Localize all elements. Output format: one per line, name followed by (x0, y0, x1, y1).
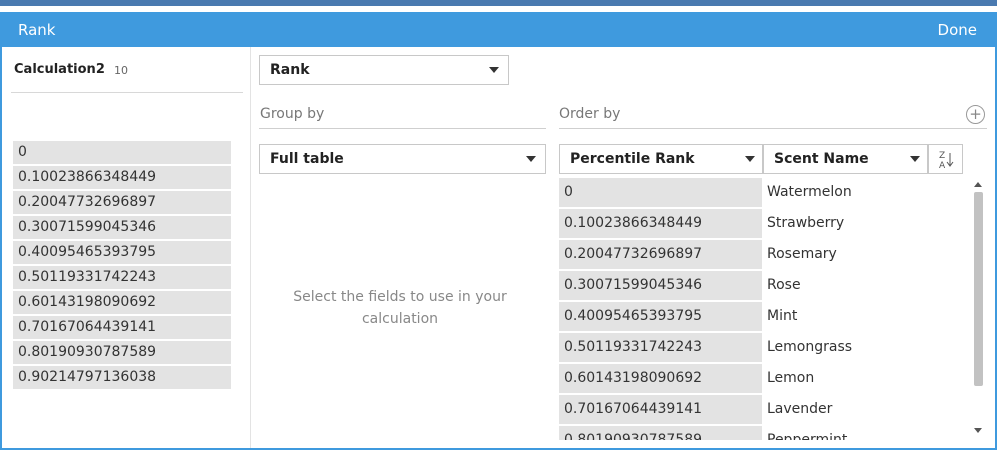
top-strip (0, 0, 997, 6)
percentile-cell: 0.30071599045346 (559, 271, 762, 300)
column-header-label: Scent Name (774, 151, 869, 167)
group-by-hint: Select the fields to use in your calcula… (293, 289, 507, 327)
order-by-divider (559, 128, 987, 129)
percentile-cell: 0.40095465393795 (559, 302, 762, 331)
percentile-cell: 0.80190930787589 (559, 426, 762, 440)
table-row[interactable]: 0.50119331742243 Lemongrass (559, 333, 969, 364)
scent-cell: Lavender (767, 401, 833, 417)
list-item: 0.50119331742243 (13, 266, 231, 289)
scent-cell: Watermelon (767, 184, 852, 200)
percentile-cell: 0.70167064439141 (559, 395, 762, 424)
order-by-label: Order by (559, 106, 621, 122)
list-item: 0.80190930787589 (13, 341, 231, 364)
list-item: 0.20047732696897 (13, 191, 231, 214)
group-by-dropdown[interactable]: Full table (259, 144, 546, 174)
list-item: 0.40095465393795 (13, 241, 231, 264)
order-by-table: 0 Watermelon 0.10023866348449 Strawberry… (559, 178, 969, 440)
percentile-cell: 0 (559, 178, 762, 207)
done-button[interactable]: Done (938, 21, 977, 39)
list-item: 0 (13, 141, 231, 164)
field-name: Calculation2 (14, 62, 105, 77)
scent-cell: Mint (767, 308, 798, 324)
table-row[interactable]: 0.80190930787589 Peppermint (559, 426, 969, 440)
calculation-type-value: Rank (270, 62, 310, 78)
table-row[interactable]: 0.20047732696897 Rosemary (559, 240, 969, 271)
svg-text:A: A (939, 161, 946, 171)
percentile-cell: 0.20047732696897 (559, 240, 762, 269)
table-row[interactable]: 0.10023866348449 Strawberry (559, 209, 969, 240)
percentile-cell: 0.50119331742243 (559, 333, 762, 362)
title-bar: Rank Done (0, 12, 997, 47)
field-preview-pane: Calculation2 10 0 0.10023866348449 0.200… (2, 47, 251, 448)
column-header-label: Percentile Rank (570, 151, 695, 167)
sort-button[interactable]: Z A (928, 144, 963, 174)
list-item: 0.70167064439141 (13, 316, 231, 339)
divider (11, 92, 243, 93)
chevron-down-icon (910, 156, 920, 162)
field-count: 10 (114, 64, 128, 77)
group-by-divider (259, 128, 546, 129)
table-row[interactable]: 0.40095465393795 Mint (559, 302, 969, 333)
scent-cell: Rose (767, 277, 801, 293)
chevron-down-icon (526, 156, 536, 162)
sort-z-a-icon: Z A (939, 151, 954, 171)
scent-cell: Rosemary (767, 246, 837, 262)
table-row[interactable]: 0.60143198090692 Lemon (559, 364, 969, 395)
percentile-cell: 0.10023866348449 (559, 209, 762, 238)
scent-cell: Lemongrass (767, 339, 853, 355)
list-item: 0.30071599045346 (13, 216, 231, 239)
table-row[interactable]: 0.30071599045346 Rose (559, 271, 969, 302)
chevron-down-icon (745, 156, 755, 162)
vertical-scrollbar[interactable] (972, 180, 984, 438)
group-by-label: Group by (260, 106, 325, 122)
list-item: 0.10023866348449 (13, 166, 231, 189)
svg-text:Z: Z (939, 151, 945, 161)
column-header-scent-name[interactable]: Scent Name (763, 144, 928, 174)
list-item: 0.90214797136038 (13, 366, 231, 389)
table-row[interactable]: 0 Watermelon (559, 178, 969, 209)
scroll-up-icon[interactable] (974, 182, 982, 187)
value-list: 0 0.10023866348449 0.20047732696897 0.30… (13, 141, 231, 391)
list-item: 0.60143198090692 (13, 291, 231, 314)
scent-cell: Peppermint (767, 432, 848, 440)
dialog-title: Rank (18, 21, 56, 39)
percentile-cell: 0.60143198090692 (559, 364, 762, 393)
scent-cell: Lemon (767, 370, 815, 386)
column-header-percentile-rank[interactable]: Percentile Rank (559, 144, 763, 174)
scroll-down-icon[interactable] (974, 428, 982, 433)
scent-cell: Strawberry (767, 215, 845, 231)
table-row[interactable]: 0.70167064439141 Lavender (559, 395, 969, 426)
group-by-value: Full table (270, 151, 344, 167)
calculation-type-dropdown[interactable]: Rank (259, 55, 509, 85)
chevron-down-icon (489, 67, 499, 73)
scrollbar-thumb[interactable] (974, 192, 983, 386)
plus-circle-icon[interactable]: + (966, 105, 985, 124)
